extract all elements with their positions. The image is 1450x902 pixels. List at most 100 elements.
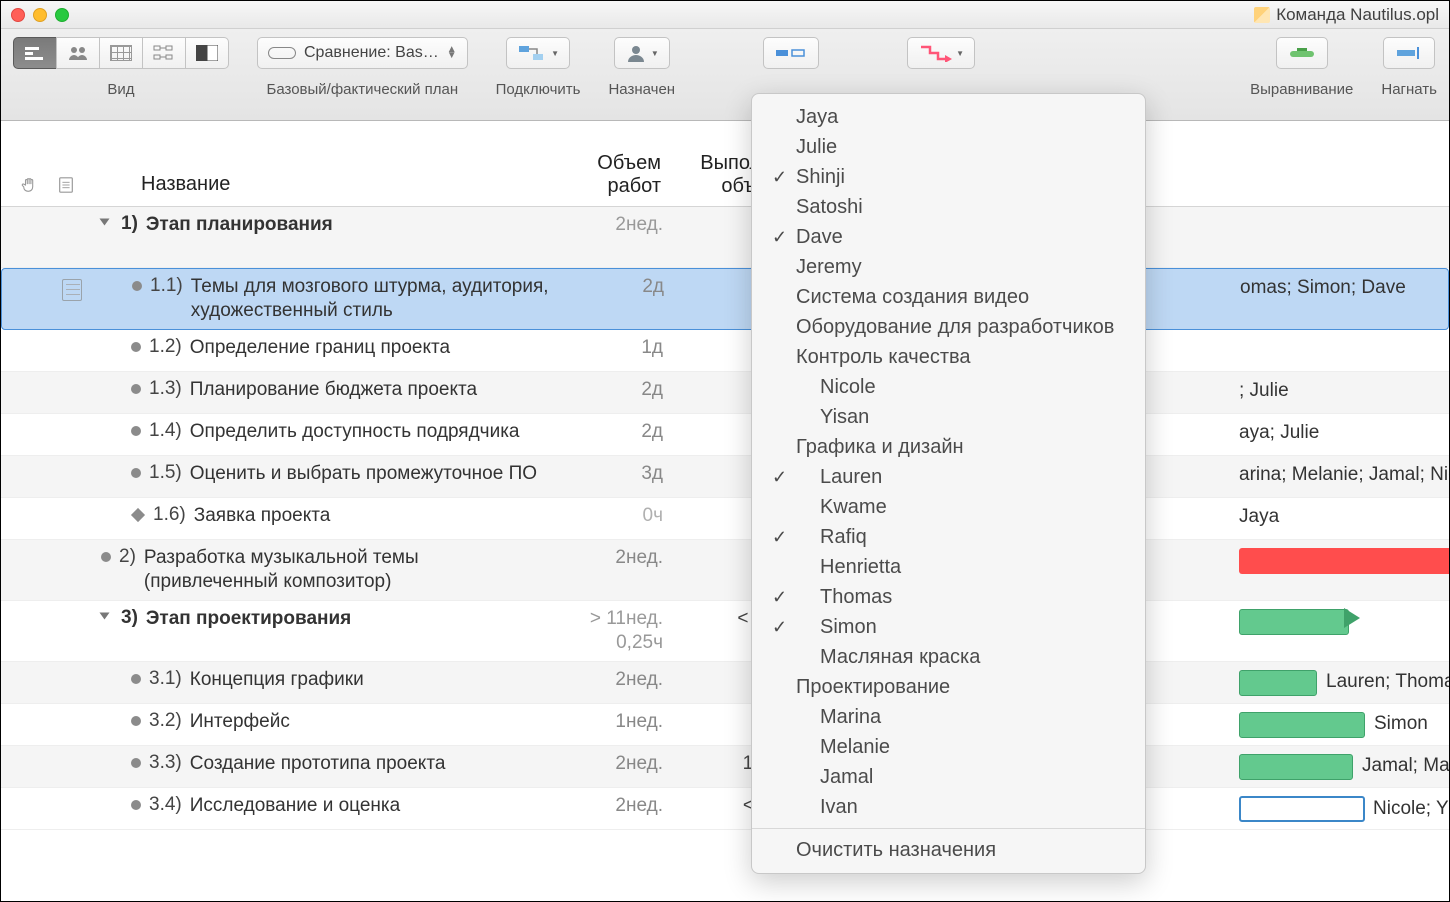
- popup-person[interactable]: Nicole: [752, 372, 1145, 402]
- assign-popup[interactable]: JayaJulie✓ShinjiSatoshi✓DaveJeremyСистем…: [751, 93, 1146, 874]
- task-row[interactable]: 1.4)Определить доступность подрядчика2д>…: [1, 414, 1449, 456]
- disclosure-triangle[interactable]: [101, 217, 115, 231]
- window-zoom-button[interactable]: [55, 8, 69, 22]
- popup-person[interactable]: Масляная краска: [752, 642, 1145, 672]
- disclosure-triangle[interactable]: [101, 611, 115, 625]
- popup-person[interactable]: ✓Simon: [752, 612, 1145, 642]
- checkmark-icon: ✓: [772, 587, 796, 608]
- popup-person[interactable]: Julie: [752, 132, 1145, 162]
- col-volume[interactable]: Объем работ: [561, 144, 671, 206]
- critical-button[interactable]: ▼: [907, 37, 975, 69]
- popup-person[interactable]: Ivan: [752, 792, 1145, 822]
- gantt-bar[interactable]: [1239, 609, 1349, 635]
- popup-person[interactable]: Henrietta: [752, 552, 1145, 582]
- task-name-cell[interactable]: 1.4)Определить доступность подрядчика: [91, 420, 561, 444]
- volume-cell[interactable]: 2нед.: [561, 668, 671, 692]
- row-gutter: [1, 462, 91, 466]
- critical-group: ▼: [907, 37, 975, 98]
- compare-dropdown[interactable]: Сравнение: Bas… ▲▼: [257, 37, 468, 69]
- volume-cell[interactable]: 2д: [562, 275, 672, 299]
- task-name-cell[interactable]: 2)Разработка музыкальной темы (привлечен…: [91, 546, 561, 594]
- volume-cell[interactable]: 2нед.: [561, 794, 671, 818]
- task-name-cell[interactable]: 1.2)Определение границ проекта: [91, 336, 561, 360]
- task-row[interactable]: 1.2)Определение границ проекта1д1: [1, 330, 1449, 372]
- gantt-bar[interactable]: Lauren; Thomas: [1239, 670, 1317, 696]
- task-row[interactable]: 1.3)Планирование бюджета проекта2д> 6; J…: [1, 372, 1449, 414]
- task-name-cell[interactable]: 1)Этап планирования: [91, 213, 561, 237]
- volume-cell[interactable]: 2д: [561, 378, 671, 402]
- task-name-cell[interactable]: 1.6)Заявка проекта: [91, 504, 561, 528]
- task-name-cell[interactable]: 1.1)Темы для мозгового штурма, аудитория…: [92, 275, 562, 323]
- task-name-cell[interactable]: 3.2)Интерфейс: [91, 710, 561, 734]
- gantt-bar[interactable]: [1239, 548, 1449, 574]
- task-row[interactable]: 3.3)Создание прототипа проекта2нед.1нед.…: [1, 746, 1449, 788]
- view-calendar-button[interactable]: [99, 37, 143, 69]
- note-icon[interactable]: [62, 279, 82, 301]
- popup-person[interactable]: ✓ Thomas: [752, 582, 1145, 612]
- volume-cell[interactable]: > 11нед. 0,25ч: [561, 607, 671, 655]
- task-row[interactable]: 3.4)Исследование и оценка2нед.< 4д 2,75ч…: [1, 788, 1449, 830]
- task-title: Определение границ проекта: [190, 336, 450, 360]
- popup-person[interactable]: ✓Shinji: [752, 162, 1145, 192]
- popup-person[interactable]: Jaya: [752, 102, 1145, 132]
- volume-cell[interactable]: 2нед.: [561, 546, 671, 570]
- volume-cell[interactable]: 3д: [561, 462, 671, 486]
- task-name-cell[interactable]: 3)Этап проектирования: [91, 607, 561, 631]
- volume-cell[interactable]: 2нед.: [561, 752, 671, 776]
- task-row[interactable]: 1.6)Заявка проекта0чJaya: [1, 498, 1449, 540]
- gantt-icon: [24, 45, 46, 61]
- task-row[interactable]: 3)Этап проектирования> 11нед. 0,25ч< 4не…: [1, 601, 1449, 662]
- task-row[interactable]: 2)Разработка музыкальной темы (привлечен…: [1, 540, 1449, 601]
- popup-person[interactable]: Marina: [752, 702, 1145, 732]
- gantt-bar[interactable]: Nicole; Yisa: [1239, 796, 1365, 822]
- popup-person[interactable]: ✓Rafiq: [752, 522, 1145, 552]
- toolbar: Вид Сравнение: Bas… ▲▼ Базовый/фактическ…: [1, 29, 1449, 121]
- clear-assignments[interactable]: Очистить назначения: [752, 835, 1145, 865]
- volume-cell[interactable]: 0ч: [561, 504, 671, 528]
- levelling-button[interactable]: [1276, 37, 1328, 69]
- assignees-text: aya; Julie: [1239, 422, 1319, 444]
- popup-person[interactable]: Yisan: [752, 402, 1145, 432]
- view-styles-button[interactable]: [185, 37, 229, 69]
- popup-person[interactable]: Jeremy: [752, 252, 1145, 282]
- popup-item-label: Nicole: [820, 376, 876, 399]
- task-row[interactable]: 3.2)Интерфейс1нед.> 6,5Simon: [1, 704, 1449, 746]
- row-gutter: [1, 378, 91, 382]
- task-name-cell[interactable]: 1.5)Оценить и выбрать промежуточное ПО: [91, 462, 561, 486]
- popup-person[interactable]: Satoshi: [752, 192, 1145, 222]
- view-network-button[interactable]: [142, 37, 186, 69]
- col-name[interactable]: Название: [91, 165, 561, 206]
- popup-person[interactable]: ✓Dave: [752, 222, 1145, 252]
- assign-button[interactable]: ▼: [614, 37, 670, 69]
- volume-cell[interactable]: 2нед.: [561, 213, 671, 237]
- task-row[interactable]: 1.5)Оценить и выбрать промежуточное ПО3д…: [1, 456, 1449, 498]
- task-name-cell[interactable]: 3.3)Создание прототипа проекта: [91, 752, 561, 776]
- task-row[interactable]: 3.1)Концепция графики2нед.4д 5,5Lauren; …: [1, 662, 1449, 704]
- popup-person[interactable]: Jamal: [752, 762, 1145, 792]
- task-title: Оценить и выбрать промежуточное ПО: [190, 462, 537, 486]
- volume-cell[interactable]: 1нед.: [561, 710, 671, 734]
- volume-cell[interactable]: 2д: [561, 420, 671, 444]
- task-title: Этап проектирования: [146, 607, 351, 631]
- view-resources-button[interactable]: [56, 37, 100, 69]
- catchup-button[interactable]: [1383, 37, 1435, 69]
- split-button[interactable]: [763, 37, 819, 69]
- popup-person[interactable]: ✓Lauren: [752, 462, 1145, 492]
- volume-cell[interactable]: 1д: [561, 336, 671, 360]
- view-gantt-button[interactable]: [13, 37, 57, 69]
- row-gutter: [1, 794, 91, 798]
- task-row[interactable]: 1)Этап планирования2нед.< 1нед. 24,75: [1, 207, 1449, 268]
- connect-button[interactable]: ▼: [506, 37, 570, 69]
- task-name-cell[interactable]: 3.1)Концепция графики: [91, 668, 561, 692]
- task-name-cell[interactable]: 3.4)Исследование и оценка: [91, 794, 561, 818]
- task-row[interactable]: 1.1)Темы для мозгового штурма, аудитория…: [1, 268, 1449, 330]
- popup-item-label: Thomas: [820, 586, 892, 609]
- window-close-button[interactable]: [11, 8, 25, 22]
- gantt-bar[interactable]: Jamal; Marina; S: [1239, 754, 1353, 780]
- gantt-bar[interactable]: Simon: [1239, 712, 1365, 738]
- task-name-cell[interactable]: 1.3)Планирование бюджета проекта: [91, 378, 561, 402]
- window-minimize-button[interactable]: [33, 8, 47, 22]
- popup-person[interactable]: Melanie: [752, 732, 1145, 762]
- popup-person[interactable]: Kwame: [752, 492, 1145, 522]
- notes-column-icon: [57, 176, 75, 194]
